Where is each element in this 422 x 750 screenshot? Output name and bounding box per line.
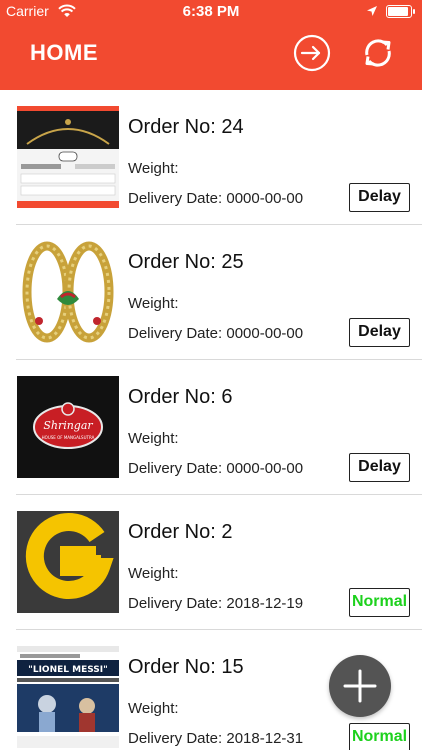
logout-icon[interactable] xyxy=(292,33,332,73)
status-bar: Carrier 6:38 PM xyxy=(0,0,422,24)
letter-g-thumbnail xyxy=(17,511,119,613)
shringar-logo-thumbnail: Shringar HOUSE OF MANGALSUTRA xyxy=(17,376,119,478)
status-badge[interactable]: Normal xyxy=(349,588,410,617)
order-row[interactable]: Order No: 25 Weight: Delivery Date: 0000… xyxy=(0,225,422,360)
add-order-button[interactable] xyxy=(329,655,391,717)
delivery-date: Delivery Date: 0000-00-00 xyxy=(128,325,304,342)
messi-headline-text: "LIONEL MESSI" xyxy=(28,665,108,675)
battery-icon xyxy=(386,5,415,18)
order-number: Order No: 6 xyxy=(128,386,233,408)
clock: 6:38 PM xyxy=(182,3,240,20)
refresh-icon[interactable] xyxy=(358,33,398,73)
lionel-messi-thumbnail: "LIONEL MESSI" xyxy=(17,646,119,748)
delivery-date: Delivery Date: 2018-12-31 xyxy=(128,730,304,747)
shringar-brand-text: Shringar xyxy=(43,419,93,432)
order-number: Order No: 2 xyxy=(128,521,233,543)
plus-icon xyxy=(343,669,377,703)
weight-label: Weight: xyxy=(128,565,179,582)
status-badge[interactable]: Delay xyxy=(349,453,410,482)
weight-label: Weight: xyxy=(128,700,179,717)
app-screenshot-thumbnail xyxy=(17,106,119,208)
delivery-date: Delivery Date: 0000-00-00 xyxy=(128,190,304,207)
delivery-date: Delivery Date: 2018-12-19 xyxy=(128,595,304,612)
page-title: HOME xyxy=(30,40,98,65)
weight-label: Weight: xyxy=(128,430,179,447)
status-badge[interactable]: Delay xyxy=(349,183,410,212)
nav-bar: HOME xyxy=(0,24,422,90)
order-row[interactable]: Order No: 24 Weight: Delivery Date: 0000… xyxy=(0,90,422,225)
order-row[interactable]: Shringar HOUSE OF MANGALSUTRA Order No: … xyxy=(0,360,422,495)
weight-label: Weight: xyxy=(128,295,179,312)
order-row[interactable]: Order No: 2 Weight: Delivery Date: 2018-… xyxy=(0,495,422,630)
order-number: Order No: 25 xyxy=(128,251,244,273)
weight-label: Weight: xyxy=(128,160,179,177)
delivery-date: Delivery Date: 0000-00-00 xyxy=(128,460,304,477)
order-number: Order No: 24 xyxy=(128,116,244,138)
status-badge[interactable]: Delay xyxy=(349,318,410,347)
location-arrow-icon xyxy=(367,6,377,16)
status-badge[interactable]: Normal xyxy=(349,723,410,750)
bangles-thumbnail xyxy=(17,241,119,343)
shringar-tagline-text: HOUSE OF MANGALSUTRA xyxy=(42,435,95,440)
order-number: Order No: 15 xyxy=(128,656,244,678)
